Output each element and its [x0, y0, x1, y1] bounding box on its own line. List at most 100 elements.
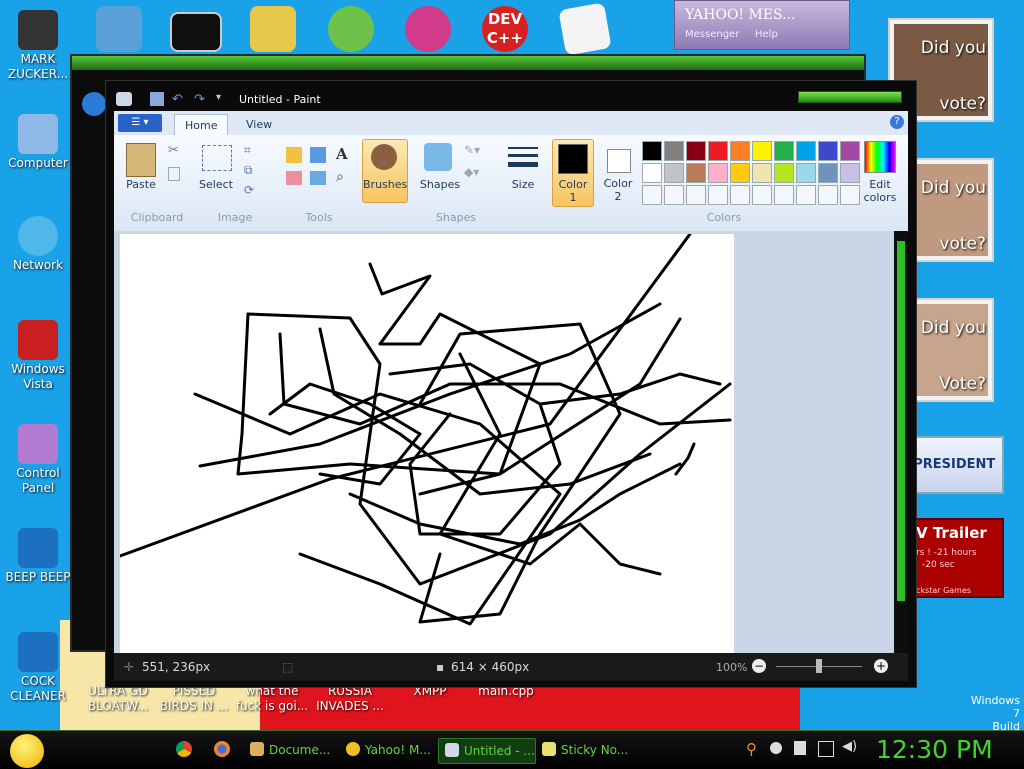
desktop-icon-recycle-bin[interactable]: Windows Vista: [2, 320, 74, 392]
edit-colors-label-1[interactable]: Edit: [858, 178, 902, 191]
scrollbar-thumb[interactable]: [897, 241, 905, 601]
paste-button[interactable]: Paste: [120, 178, 162, 191]
cut-icon[interactable]: ✂: [168, 143, 179, 158]
palette-swatch[interactable]: [752, 163, 772, 183]
save-icon[interactable]: [150, 92, 164, 106]
crop-icon[interactable]: ⌗: [244, 143, 251, 158]
palette-swatch[interactable]: [796, 163, 816, 183]
paint-window[interactable]: ↶ ↷ ▾ Untitled - Paint ☰ ▾ Home View ? P…: [105, 80, 917, 688]
zoom-slider-thumb[interactable]: [816, 659, 822, 673]
magnifier-icon[interactable]: ⌕: [336, 169, 344, 185]
custom-color-slot[interactable]: [730, 185, 750, 205]
palette-swatch[interactable]: [642, 141, 662, 161]
firefox-icon[interactable]: [214, 741, 230, 757]
desktop-icon-cock-cleaner[interactable]: COCK CLEANER: [2, 632, 74, 704]
palette-swatch[interactable]: [840, 163, 860, 183]
desktop-icon-computer[interactable]: Computer: [2, 114, 74, 171]
tab-home[interactable]: Home: [174, 114, 229, 136]
palette-swatch[interactable]: [642, 163, 662, 183]
palette-swatch[interactable]: [752, 141, 772, 161]
palette-swatch[interactable]: [708, 141, 728, 161]
palette-swatch[interactable]: [708, 163, 728, 183]
brushes-button[interactable]: Brushes: [362, 139, 408, 203]
canvas-area[interactable]: [114, 231, 908, 653]
text-icon[interactable]: A: [336, 145, 348, 163]
custom-color-slot[interactable]: [818, 185, 838, 205]
paste-icon[interactable]: [126, 143, 156, 177]
select-icon[interactable]: [202, 145, 232, 171]
taskbar-item-sticky-notes[interactable]: Sticky No...: [536, 738, 634, 762]
zoom-in-button[interactable]: +: [874, 659, 888, 673]
undo-icon[interactable]: ↶: [172, 92, 183, 107]
edit-colors-icon[interactable]: [864, 141, 896, 173]
vertical-scrollbar[interactable]: [894, 231, 908, 653]
size-button[interactable]: Size: [502, 178, 544, 191]
taskbar-item-documents[interactable]: Docume...: [244, 738, 336, 762]
zoom-out-button[interactable]: −: [752, 659, 766, 673]
desktop-icon-russia[interactable]: RUSSIA INVADES ...: [312, 684, 388, 714]
clock[interactable]: 12:30 PM: [876, 735, 993, 764]
color2-button[interactable]: Color 2: [598, 139, 638, 205]
palette-swatch[interactable]: [818, 163, 838, 183]
palette-swatch[interactable]: [730, 163, 750, 183]
palette-swatch[interactable]: [664, 141, 684, 161]
taskbar-item-yahoo[interactable]: Yahoo! M...: [340, 738, 434, 762]
custom-color-slot[interactable]: [752, 185, 772, 205]
desktop-icon-network[interactable]: Network: [2, 216, 74, 273]
outline-icon[interactable]: ✎▾: [464, 143, 480, 157]
custom-color-slot[interactable]: [686, 185, 706, 205]
select-button[interactable]: Select: [196, 178, 236, 191]
fill-icon[interactable]: [310, 147, 326, 163]
palette-swatch[interactable]: [774, 163, 794, 183]
palette-swatch[interactable]: [840, 141, 860, 161]
palette-swatch[interactable]: [730, 141, 750, 161]
window-controls[interactable]: [798, 91, 902, 103]
tab-view[interactable]: View: [236, 114, 282, 135]
paint-app-icon[interactable]: [116, 92, 132, 106]
back-arrow-icon[interactable]: [82, 92, 106, 116]
pencil-icon[interactable]: [286, 147, 302, 163]
taskbar-item-paint[interactable]: Untitled - ...: [438, 738, 536, 764]
help-icon[interactable]: ?: [890, 115, 904, 129]
devcpp-icon[interactable]: DEV C++: [482, 6, 528, 52]
custom-color-slot[interactable]: [840, 185, 860, 205]
action-center-icon[interactable]: [794, 741, 806, 755]
custom-color-slot[interactable]: [708, 185, 728, 205]
cmd-icon[interactable]: [170, 12, 222, 52]
color-picker-icon[interactable]: [310, 171, 326, 185]
palette-swatch[interactable]: [686, 163, 706, 183]
copy-icon[interactable]: [168, 167, 180, 181]
picasa-icon[interactable]: [405, 6, 451, 52]
network-tray-icon[interactable]: [818, 741, 834, 757]
desktop-icon-what-the[interactable]: what the fuck is goi...: [234, 684, 310, 714]
folder-icon[interactable]: [250, 6, 296, 52]
desktop-icon-mark-zucker[interactable]: MARK ZUCKER...: [2, 10, 74, 82]
color1-button[interactable]: Color 1: [552, 139, 594, 207]
drawing-canvas[interactable]: [118, 232, 734, 653]
document-icon[interactable]: [558, 2, 612, 56]
background-window-titlebar[interactable]: [72, 56, 864, 70]
customize-qat-icon[interactable]: ▾: [216, 92, 221, 103]
palette-swatch[interactable]: [818, 141, 838, 161]
paint-menu-button[interactable]: ☰ ▾: [118, 114, 162, 132]
desktop-icon-ultra[interactable]: ULTRA GD BLOATW...: [80, 684, 156, 714]
shapes-button[interactable]: Shapes: [416, 178, 464, 191]
start-button-smiley-icon[interactable]: [10, 734, 44, 768]
palette-swatch[interactable]: [796, 141, 816, 161]
desktop-icon-beep-beep[interactable]: BEEP BEEP: [2, 528, 74, 585]
resize-icon[interactable]: ⧉: [244, 163, 253, 178]
eraser-icon[interactable]: [286, 171, 302, 185]
desktop-icon-control-panel[interactable]: Control Panel: [2, 424, 74, 496]
custom-color-slot[interactable]: [642, 185, 662, 205]
tray-minus-icon[interactable]: [770, 742, 782, 754]
redo-icon[interactable]: ↷: [194, 92, 205, 107]
rotate-icon[interactable]: ⟳: [244, 183, 254, 197]
yahoo-messenger-menu[interactable]: Messenger: [685, 29, 739, 40]
custom-color-slot[interactable]: [774, 185, 794, 205]
yahoo-help-menu[interactable]: Help: [755, 29, 778, 40]
palette-swatch[interactable]: [774, 141, 794, 161]
chrome-icon[interactable]: [176, 741, 192, 757]
desktop-icon-pissed-birds[interactable]: PISSED BIRDS IN ...: [156, 684, 232, 714]
custom-color-slot[interactable]: [796, 185, 816, 205]
edit-colors-label-2[interactable]: colors: [858, 191, 902, 204]
